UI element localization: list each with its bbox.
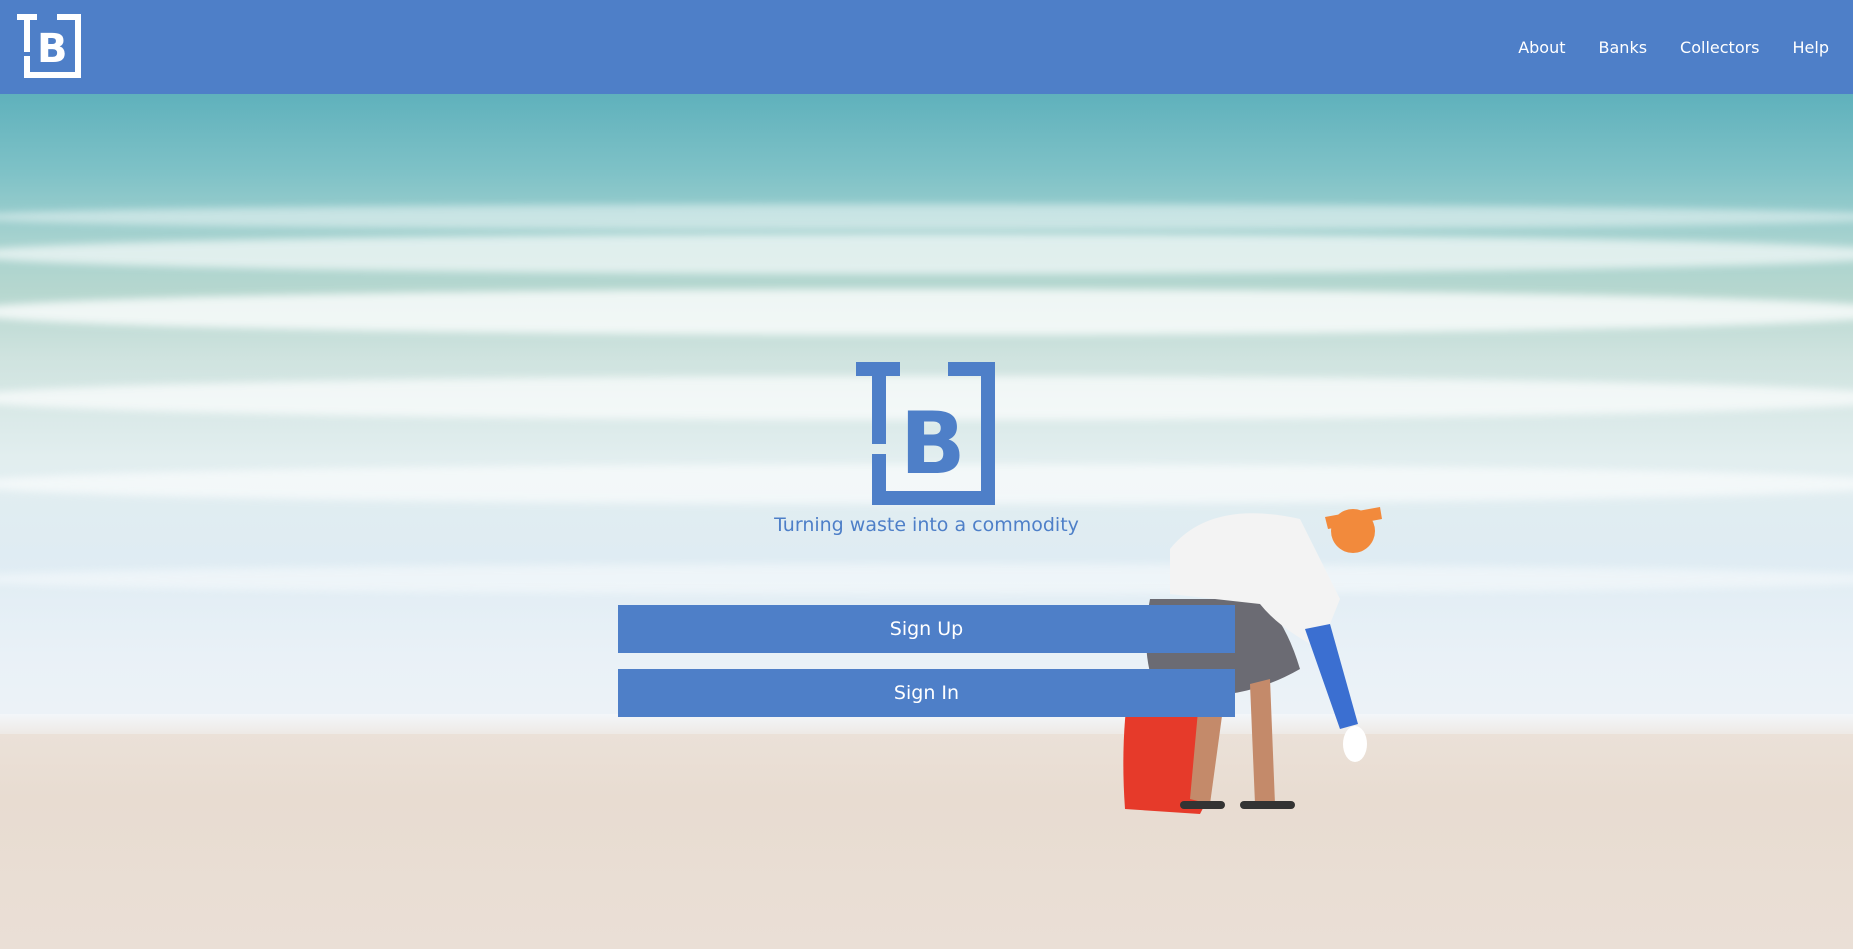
nav-link-help[interactable]: Help <box>1793 38 1829 57</box>
tb-logo-icon: B <box>856 362 995 505</box>
nav-link-about[interactable]: About <box>1518 38 1565 57</box>
svg-text:B: B <box>900 394 966 494</box>
main-nav: About Banks Collectors Help <box>1485 0 1829 94</box>
tagline: Turning waste into a commodity <box>774 514 1079 536</box>
nav-link-collectors[interactable]: Collectors <box>1680 38 1759 57</box>
sign-in-button[interactable]: Sign In <box>618 669 1235 717</box>
svg-text:B: B <box>37 26 68 72</box>
tb-logo-icon[interactable]: B <box>17 14 81 78</box>
nav-link-banks[interactable]: Banks <box>1599 38 1648 57</box>
sand-area <box>0 734 1853 949</box>
sign-up-button[interactable]: Sign Up <box>618 605 1235 653</box>
top-navbar: B About Banks Collectors Help <box>0 0 1853 94</box>
